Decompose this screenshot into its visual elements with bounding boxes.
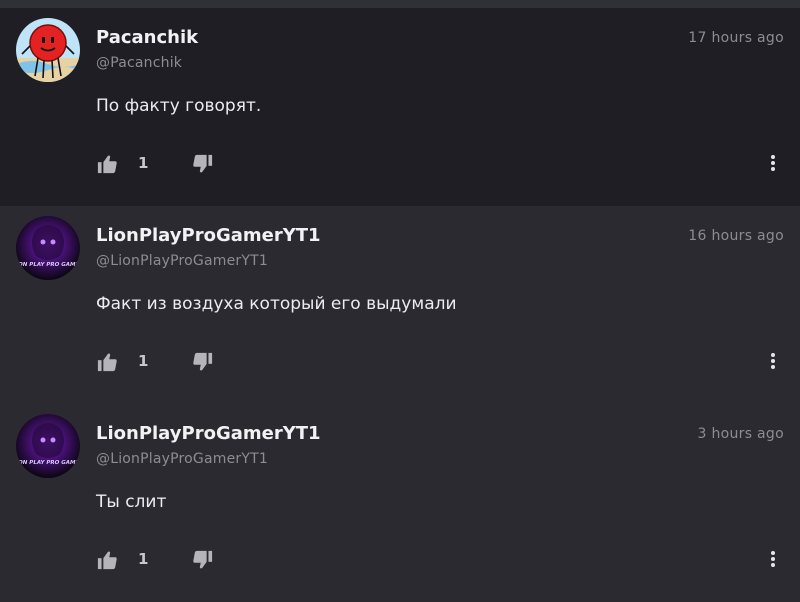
top-divider	[0, 0, 800, 8]
comment-timestamp: 17 hours ago	[688, 30, 784, 46]
comment-author[interactable]: LionPlayProGamerYT1	[96, 225, 321, 246]
lion-play-avatar-icon: LION PLAY PRO GAMER	[16, 216, 80, 280]
thumbs-down-icon	[193, 550, 213, 569]
comment-text: Ты слит	[96, 492, 167, 512]
thumbs-up-icon	[97, 353, 117, 372]
more-options-button[interactable]	[766, 350, 780, 372]
comment-text: Факт из воздуха который его выдумали	[96, 294, 457, 314]
thumbs-down-icon	[193, 154, 213, 173]
comment-text: По факту говорят.	[96, 96, 262, 116]
thumbs-up-icon	[97, 551, 117, 570]
red-smiley-avatar-icon	[16, 18, 80, 82]
more-vertical-icon	[771, 353, 775, 369]
thumbs-down-icon	[193, 352, 213, 371]
more-options-button[interactable]	[766, 548, 780, 570]
svg-text:LION PLAY PRO GAMER: LION PLAY PRO GAMER	[16, 460, 80, 466]
more-vertical-icon	[771, 155, 775, 171]
comment-list: Pacanchik @Pacanchik 17 hours ago По фак…	[0, 8, 800, 602]
like-button[interactable]	[96, 550, 118, 570]
like-count: 1	[138, 550, 149, 568]
comment-author[interactable]: LionPlayProGamerYT1	[96, 423, 321, 444]
svg-text:LION PLAY PRO GAMER: LION PLAY PRO GAMER	[16, 262, 80, 268]
avatar[interactable]	[16, 18, 80, 82]
like-count: 1	[138, 352, 149, 370]
thumbs-up-icon	[97, 155, 117, 174]
like-button[interactable]	[96, 352, 118, 372]
avatar[interactable]: LION PLAY PRO GAMER	[16, 414, 80, 478]
comment-handle[interactable]: @LionPlayProGamerYT1	[96, 451, 268, 467]
comment-timestamp: 16 hours ago	[688, 228, 784, 244]
comment-item: LION PLAY PRO GAMER LionPlayProGamerYT1 …	[0, 206, 800, 404]
avatar[interactable]: LION PLAY PRO GAMER	[16, 216, 80, 280]
more-options-button[interactable]	[766, 152, 780, 174]
comment-item: Pacanchik @Pacanchik 17 hours ago По фак…	[0, 8, 800, 206]
comment-timestamp: 3 hours ago	[697, 426, 784, 442]
dislike-button[interactable]	[192, 154, 214, 174]
comment-item: LION PLAY PRO GAMER LionPlayProGamerYT1 …	[0, 404, 800, 602]
lion-play-avatar-icon: LION PLAY PRO GAMER	[16, 414, 80, 478]
like-count: 1	[138, 154, 149, 172]
comment-author[interactable]: Pacanchik	[96, 27, 198, 48]
more-vertical-icon	[771, 551, 775, 567]
dislike-button[interactable]	[192, 550, 214, 570]
like-button[interactable]	[96, 154, 118, 174]
dislike-button[interactable]	[192, 352, 214, 372]
comment-handle[interactable]: @LionPlayProGamerYT1	[96, 253, 268, 269]
comment-handle[interactable]: @Pacanchik	[96, 55, 182, 71]
